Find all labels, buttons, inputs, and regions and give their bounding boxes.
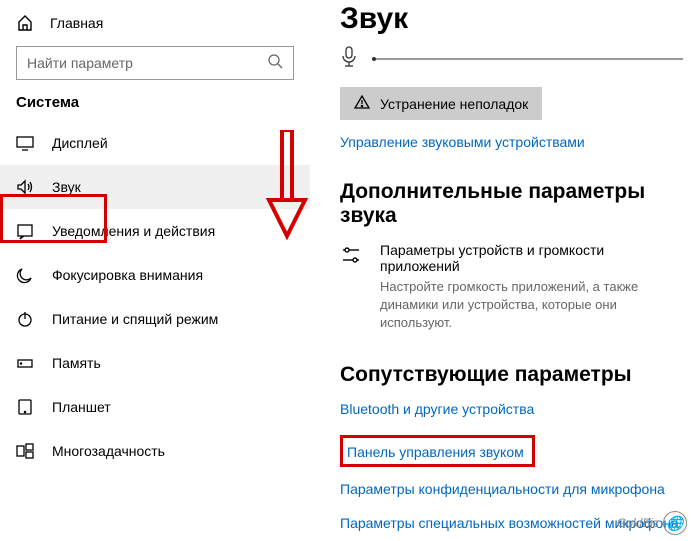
sidebar-item-label: Дисплей [52,135,108,151]
home-label: Главная [50,15,103,31]
advanced-heading: Дополнительные параметры звука [340,180,683,228]
volume-slider[interactable] [340,46,683,71]
slider-track[interactable] [372,58,683,60]
search-input[interactable]: Найти параметр [16,46,294,80]
troubleshoot-label: Устранение неполадок [380,96,528,112]
sidebar-item-label: Питание и спящий режим [52,311,218,327]
home-icon [16,14,34,32]
link-sound-control-panel[interactable]: Панель управления звуком [347,444,524,460]
microphone-icon [340,46,358,71]
sidebar-item-label: Память [52,355,101,371]
sidebar-item-label: Фокусировка внимания [52,267,203,283]
sidebar-item-power[interactable]: Питание и спящий режим [0,297,310,341]
annotation-highlight-panel: Панель управления звуком [340,435,535,467]
related-heading: Сопутствующие параметры [340,363,683,387]
multitask-icon [16,442,34,460]
watermark-text: GoldBiz [617,516,659,530]
page-title: Звук [340,2,683,36]
app-volume-title: Параметры устройств и громкости приложен… [380,242,683,274]
system-section-label: Система [0,94,310,121]
troubleshoot-button[interactable]: Устранение неполадок [340,87,542,120]
manage-devices-link[interactable]: Управление звуковыми устройствами [340,134,683,150]
search-icon [268,54,283,72]
display-icon [16,134,34,152]
sidebar-item-label: Уведомления и действия [52,223,215,239]
focus-icon [16,266,34,284]
sidebar-item-display[interactable]: Дисплей [0,121,310,165]
sidebar-item-tablet[interactable]: Планшет [0,385,310,429]
sidebar-item-label: Многозадачность [52,443,165,459]
sidebar-item-focus[interactable]: Фокусировка внимания [0,253,310,297]
warning-icon [354,94,370,113]
notifications-icon [16,222,34,240]
home-nav[interactable]: Главная [0,8,310,42]
search-placeholder: Найти параметр [27,55,133,71]
sidebar-item-label: Звук [52,179,81,195]
sidebar-item-label: Планшет [52,399,111,415]
link-mic-privacy[interactable]: Параметры конфиденциальности для микрофо… [340,481,683,497]
sidebar-item-sound[interactable]: Звук [0,165,310,209]
sidebar-item-notifications[interactable]: Уведомления и действия [0,209,310,253]
app-volume-description: Настройте громкость приложений, а также … [380,278,670,333]
power-icon [16,310,34,328]
sound-icon [16,178,34,196]
app-volume-row[interactable]: Параметры устройств и громкости приложен… [340,242,683,333]
globe-icon: 🌐 [663,511,687,535]
storage-icon [16,354,34,372]
sidebar-item-storage[interactable]: Память [0,341,310,385]
tablet-icon [16,398,34,416]
mixer-icon [340,244,362,269]
link-bluetooth[interactable]: Bluetooth и другие устройства [340,401,683,417]
watermark: GoldBiz 🌐 [617,511,687,535]
sidebar-item-multitask[interactable]: Многозадачность [0,429,310,473]
